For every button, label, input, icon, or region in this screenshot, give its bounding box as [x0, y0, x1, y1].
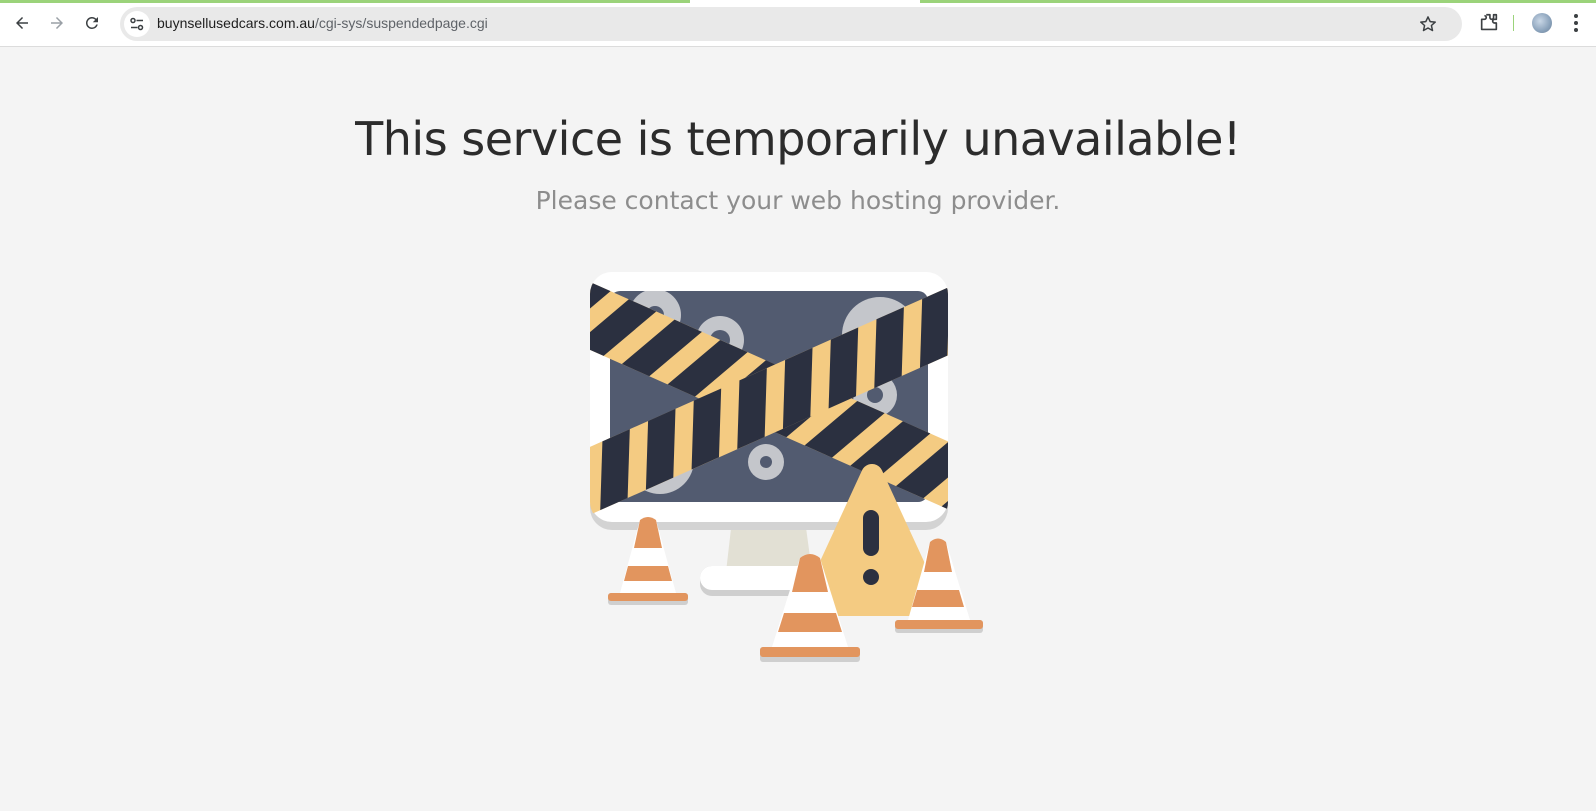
back-button[interactable] — [7, 8, 37, 38]
page-title: This service is temporarily unavailable! — [355, 112, 1241, 166]
site-info-icon — [130, 17, 144, 31]
reload-button[interactable] — [77, 8, 107, 38]
loading-indicator — [0, 0, 690, 3]
back-icon — [16, 17, 28, 29]
forward-icon — [51, 17, 63, 29]
reload-icon — [85, 16, 98, 29]
url-host: buynsellusedcars.com.au — [157, 15, 315, 31]
page-subtitle: Please contact your web hosting provider… — [535, 186, 1061, 215]
bookmark-star-icon[interactable] — [1418, 14, 1438, 34]
traffic-cone-icon — [608, 517, 688, 605]
forward-button[interactable] — [42, 8, 72, 38]
browser-toolbar: buynsellusedcars.com.au/cgi-sys/suspende… — [0, 0, 1596, 47]
under-maintenance-illustration — [590, 272, 983, 662]
gear-icon — [748, 444, 784, 480]
address-bar[interactable]: buynsellusedcars.com.au/cgi-sys/suspende… — [120, 7, 1462, 41]
extensions-icon[interactable] — [1478, 12, 1500, 34]
url-text[interactable]: buynsellusedcars.com.au/cgi-sys/suspende… — [157, 15, 488, 31]
site-info-button[interactable] — [124, 11, 150, 37]
loading-indicator-right — [920, 0, 1596, 3]
toolbar-divider — [1513, 15, 1514, 31]
profile-avatar[interactable] — [1532, 13, 1552, 33]
url-path: /cgi-sys/suspendedpage.cgi — [314, 15, 488, 31]
menu-icon[interactable] — [1567, 12, 1585, 34]
